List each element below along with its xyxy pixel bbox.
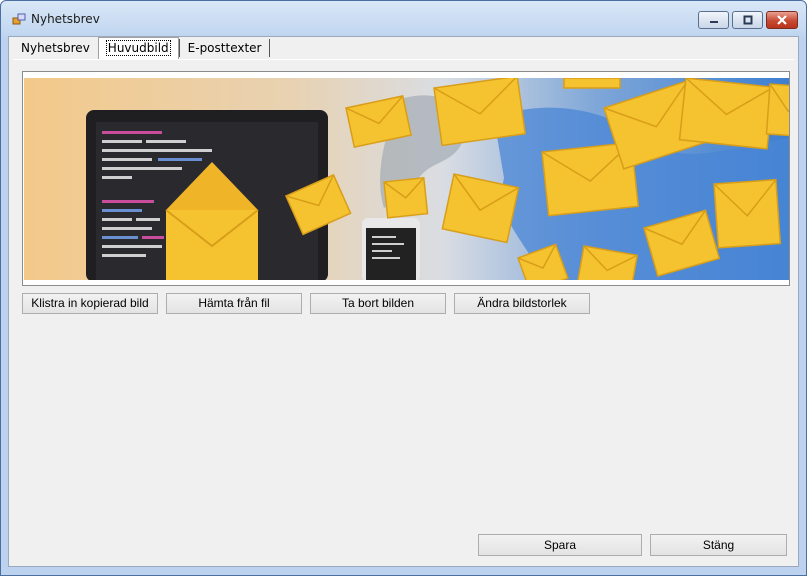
tab-nyhetsbrev[interactable]: Nyhetsbrev [13, 38, 98, 58]
header-image-box[interactable] [22, 71, 790, 286]
resize-image-button[interactable]: Ändra bildstorlek [454, 293, 590, 314]
close-icon [777, 15, 787, 25]
load-from-file-button[interactable]: Hämta från fil [166, 293, 302, 314]
tab-strip: Nyhetsbrev Huvudbild E-posttexter [13, 37, 271, 59]
maximize-icon [743, 15, 752, 25]
minimize-button[interactable] [698, 11, 729, 29]
tab-page-huvudbild: Klistra in kopierad bild Hämta från fil … [13, 59, 794, 563]
tab-e-posttexter[interactable]: E-posttexter [180, 38, 270, 58]
save-button[interactable]: Spara [478, 534, 642, 556]
remove-image-button[interactable]: Ta bort bilden [310, 293, 446, 314]
close-button[interactable]: Stäng [650, 534, 787, 556]
form-client-area: Nyhetsbrev Huvudbild E-posttexter Klistr… [8, 36, 799, 567]
tab-label: Huvudbild [105, 40, 171, 56]
header-image [24, 78, 789, 280]
tab-label: Nyhetsbrev [21, 41, 90, 55]
close-window-button[interactable] [766, 11, 798, 29]
window-title: Nyhetsbrev [31, 12, 100, 26]
tab-huvudbild[interactable]: Huvudbild [97, 37, 179, 59]
maximize-button[interactable] [732, 11, 763, 29]
main-window: Nyhetsbrev Nyhetsbrev Huvudbild E-postte… [0, 0, 807, 576]
minimize-icon [709, 21, 718, 23]
app-icon [12, 13, 26, 25]
paste-image-button[interactable]: Klistra in kopierad bild [22, 293, 158, 314]
tab-divider [269, 39, 271, 57]
tab-label: E-posttexter [187, 41, 262, 55]
title-bar[interactable]: Nyhetsbrev [1, 1, 806, 37]
